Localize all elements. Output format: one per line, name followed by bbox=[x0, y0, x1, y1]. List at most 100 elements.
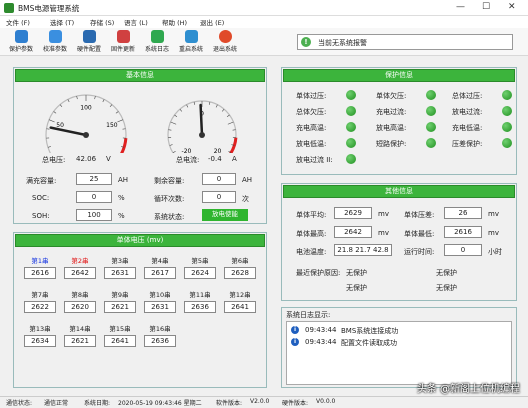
reason-1: 无保护 bbox=[346, 269, 367, 277]
system-state-badge: 放电使能 bbox=[202, 209, 248, 221]
cell-value: 2631 bbox=[144, 301, 176, 313]
current-value: -0.4 bbox=[208, 155, 222, 163]
sw-value: V2.0.0 bbox=[250, 398, 270, 405]
hw-label: 硬件版本: bbox=[282, 400, 309, 407]
voltage-gauge-tick-label: 100 bbox=[80, 105, 92, 112]
cell-name: 第16串 bbox=[149, 325, 171, 333]
cycle-unit: 次 bbox=[242, 195, 249, 203]
system-state-label: 系统状态: bbox=[154, 213, 185, 221]
full-capacity-label: 满充容量: bbox=[26, 177, 57, 185]
protect-label: 单体过压: bbox=[296, 92, 327, 100]
date-label: 系统日期: bbox=[84, 400, 111, 407]
menu-store[interactable]: 存储 (S) bbox=[90, 17, 114, 27]
reason-2: 无保护 bbox=[436, 269, 457, 277]
calibrate-params-button[interactable]: 校准参数 bbox=[38, 30, 72, 55]
protect-status-led bbox=[426, 122, 436, 132]
current-gauge-tick bbox=[227, 121, 234, 125]
current-gauge-tick bbox=[208, 101, 211, 105]
cell-value: 2616 bbox=[24, 267, 56, 279]
current-label: 总电流: bbox=[176, 156, 200, 164]
reason-3: 无保护 bbox=[346, 284, 367, 292]
protect-status-led bbox=[346, 154, 356, 164]
cell-name: 第1串 bbox=[31, 257, 49, 265]
cell-name: 第9串 bbox=[111, 291, 129, 299]
voltage-gauge-tick bbox=[94, 96, 96, 100]
cell-value: 2621 bbox=[64, 335, 96, 347]
soc-unit: % bbox=[118, 194, 125, 202]
menu-exit[interactable]: 退出 (E) bbox=[200, 17, 224, 27]
max-value: 2642 bbox=[334, 226, 372, 238]
soh-value: 100 bbox=[76, 209, 112, 221]
menu-select[interactable]: 选择 (T) bbox=[50, 17, 74, 27]
maximize-button[interactable]: ☐ bbox=[482, 2, 490, 12]
menu-help[interactable]: 帮助 (H) bbox=[162, 17, 187, 27]
min-label: 单体最低: bbox=[404, 230, 435, 238]
voltage-gauge-tick bbox=[48, 119, 55, 123]
exit-system-button[interactable]: 退出系统 bbox=[208, 30, 242, 55]
menu-file[interactable]: 文件 (F) bbox=[6, 17, 30, 27]
protect-label: 放电过流 II: bbox=[296, 156, 333, 164]
protect-params-button[interactable]: 保护参数 bbox=[4, 30, 38, 55]
menu-language[interactable]: 语言 (L) bbox=[124, 17, 148, 27]
firmware-update-button[interactable]: 固件更新 bbox=[106, 30, 140, 55]
reason-4: 无保护 bbox=[436, 284, 457, 292]
log-icon bbox=[150, 30, 164, 43]
current-gauge-tick-label: 20 bbox=[214, 148, 222, 153]
current-gauge-tick bbox=[215, 104, 218, 108]
cell-name: 第7串 bbox=[31, 291, 49, 299]
protect-status-led bbox=[426, 138, 436, 148]
voltage-gauge-tick bbox=[109, 104, 113, 108]
protect-label: 总体欠压: bbox=[296, 108, 327, 116]
restart-icon bbox=[184, 30, 198, 43]
close-button[interactable]: ✕ bbox=[508, 2, 516, 12]
system-log-button[interactable]: 系统日志 bbox=[140, 30, 174, 55]
remain-capacity-unit: AH bbox=[242, 176, 253, 184]
protect-status-led bbox=[346, 90, 356, 100]
cell-value: 2634 bbox=[24, 335, 56, 347]
voltage-gauge-tick-label: 50 bbox=[56, 122, 64, 129]
info-icon: i bbox=[291, 338, 299, 346]
current-gauge-tick bbox=[174, 114, 178, 118]
soc-value: 0 bbox=[76, 191, 112, 203]
cell-value: 2617 bbox=[144, 267, 176, 279]
log-panel: 系统日志显示: i 09:43:44 BMS系统连接成功 i 09:43:44 … bbox=[281, 307, 517, 388]
full-capacity-value: 25 bbox=[76, 173, 112, 185]
current-gauge-tick bbox=[186, 104, 189, 108]
current-gauge-tick bbox=[193, 101, 196, 105]
cell-name: 第13串 bbox=[29, 325, 51, 333]
soc-label: SOC: bbox=[32, 194, 50, 202]
voltage-gauge-tick bbox=[117, 119, 124, 123]
cell-name: 第11串 bbox=[189, 291, 211, 299]
cell-value: 2641 bbox=[104, 335, 136, 347]
restart-system-button[interactable]: 重启系统 bbox=[174, 30, 208, 55]
minimize-button[interactable]: — bbox=[456, 2, 465, 12]
soh-unit: % bbox=[118, 212, 125, 220]
current-gauge-red-zone bbox=[228, 137, 238, 153]
status-bar: 通信状态: 通信正常 系统日期: 2020-05-19 09:43:46 星期二… bbox=[0, 396, 528, 408]
app-icon bbox=[4, 3, 14, 13]
voltage-gauge-needle bbox=[49, 126, 88, 137]
protect-info-header: 保护信息 bbox=[283, 69, 515, 82]
current-unit: A bbox=[232, 155, 237, 163]
cell-value: 2622 bbox=[24, 301, 56, 313]
basic-info-panel: 基本信息 0 50 100 150 200 -20 0 20 总电压: 42.06 V 总电流… bbox=[13, 67, 267, 224]
protect-status-led bbox=[502, 138, 512, 148]
protect-label: 总体过压: bbox=[452, 92, 483, 100]
protect-info-panel: 保护信息 单体过压: 单体欠压: 总体过压: 总体欠压: 充电过流: 放电过流: 充电高温:… bbox=[281, 67, 517, 175]
protect-label: 充电低温: bbox=[452, 124, 483, 132]
voltage-value: 42.06 bbox=[76, 155, 97, 163]
log-list[interactable]: i 09:43:44 BMS系统连接成功 i 09:43:44 配置文件读取成功 bbox=[286, 321, 512, 385]
remain-capacity-label: 剩余容量: bbox=[154, 177, 185, 185]
cell-name: 第2串 bbox=[71, 257, 89, 265]
current-gauge-tick bbox=[172, 150, 176, 153]
soh-label: SOH: bbox=[32, 212, 50, 220]
cell-value: 2628 bbox=[224, 267, 256, 279]
other-info-panel: 其他信息 单体平均: 2629 mv 单体压差: 26 mv 单体最高: 264… bbox=[281, 183, 517, 301]
runtime-label: 运行时间: bbox=[404, 248, 435, 256]
hardware-config-button[interactable]: 硬件配置 bbox=[72, 30, 106, 55]
voltage-gauge-tick bbox=[53, 111, 57, 114]
voltage-label: 总电压: bbox=[42, 156, 66, 164]
log-text: BMS系统连接成功 bbox=[341, 327, 399, 335]
voltage-gauge-tick bbox=[47, 146, 51, 148]
protect-label: 放电低温: bbox=[296, 140, 327, 148]
